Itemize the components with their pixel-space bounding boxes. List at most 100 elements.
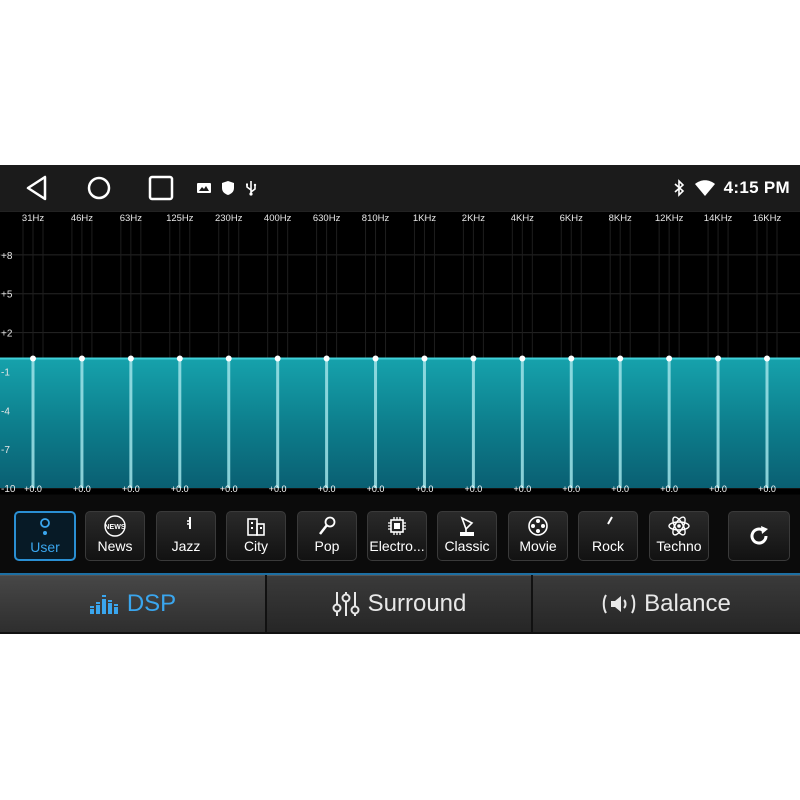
- frequency-label: 14KHz: [704, 213, 733, 224]
- tab-surround[interactable]: Surround: [267, 575, 531, 632]
- frequency-label: 8KHz: [609, 213, 632, 224]
- band-gain-label: +0.0: [367, 484, 385, 494]
- frequency-label: 2KHz: [462, 213, 485, 224]
- band-slider-handle[interactable]: [127, 355, 134, 362]
- band-slider-handle[interactable]: [372, 355, 379, 362]
- y-axis-label: -4: [1, 406, 10, 417]
- car-head-unit-screen: 4:15 PM +8 +5 +2 -1 -4 -7 -10 31Hz 46Hz 63Hz 125H…: [0, 165, 800, 634]
- band-slider-handle[interactable]: [421, 355, 428, 362]
- band-slider-handle[interactable]: [764, 355, 770, 362]
- frequency-label: 46Hz: [71, 213, 93, 224]
- y-axis-label: -7: [1, 445, 10, 456]
- news-icon: NEWS: [104, 515, 126, 537]
- band-gain-label: +0.0: [171, 484, 189, 494]
- equalizer-graph[interactable]: +8 +5 +2 -1 -4 -7 -10 31Hz 46Hz 63Hz 125Hz 230Hz 40…: [0, 211, 800, 494]
- preset-label: Classic: [444, 538, 490, 554]
- saxophone-icon: [175, 515, 197, 537]
- band-gain-label: +0.0: [122, 484, 140, 494]
- band-slider-handle[interactable]: [568, 355, 575, 362]
- preset-label: City: [243, 538, 269, 554]
- band-slider-handle[interactable]: [323, 355, 330, 362]
- frequency-label: 4KHz: [511, 213, 534, 224]
- preset-classic[interactable]: Classic: [437, 511, 497, 561]
- preset-label: News: [97, 538, 133, 554]
- band-slider-handle[interactable]: [715, 355, 722, 362]
- y-axis-label: +8: [1, 251, 13, 262]
- wifi-icon: [694, 180, 715, 196]
- preset-label: Movie: [519, 538, 557, 554]
- y-axis-label: -1: [1, 367, 10, 378]
- tab-balance[interactable]: Balance: [533, 575, 800, 632]
- home-icon[interactable]: [82, 173, 116, 203]
- band-slider-handle[interactable]: [176, 355, 183, 362]
- film-reel-icon: [527, 515, 549, 537]
- preset-electro[interactable]: Electro...: [367, 511, 427, 561]
- y-axis-label: +2: [1, 329, 13, 340]
- status-bar: 4:15 PM: [0, 165, 800, 211]
- bluetooth-icon: [674, 179, 684, 197]
- frequency-label: 230Hz: [215, 213, 243, 224]
- tab-bar-divider: [0, 573, 800, 575]
- gramophone-icon: [456, 515, 478, 537]
- band-gain-label: +0.0: [318, 484, 336, 494]
- band-gain-label: +0.0: [611, 484, 629, 494]
- y-axis-label: +5: [1, 290, 13, 301]
- atom-icon: [668, 515, 690, 537]
- band-gain-label: +0.0: [416, 484, 434, 494]
- band-gain-label: +0.0: [709, 484, 727, 494]
- band-slider-handle[interactable]: [78, 355, 85, 362]
- preset-pop[interactable]: Pop: [297, 511, 357, 561]
- chip-icon: [386, 515, 408, 537]
- image-icon: [197, 183, 211, 193]
- preset-city[interactable]: City: [226, 511, 286, 561]
- preset-rock[interactable]: Rock: [578, 511, 638, 561]
- building-icon: [245, 515, 267, 537]
- equalizer-fill: [0, 358, 800, 488]
- usb-icon: [246, 181, 257, 196]
- frequency-label: 630Hz: [313, 213, 341, 224]
- recents-icon[interactable]: [144, 173, 178, 203]
- tab-dsp-label: DSP: [126, 590, 177, 617]
- band-slider-handle[interactable]: [470, 355, 477, 362]
- band-gain-label: +0.0: [269, 484, 287, 494]
- preset-label: Rock: [592, 538, 624, 554]
- band-slider-handle[interactable]: [225, 355, 232, 362]
- preset-user[interactable]: User: [14, 511, 76, 561]
- tab-dsp[interactable]: DSP: [0, 575, 265, 632]
- sliders-icon: [332, 592, 360, 616]
- clock: 4:15 PM: [723, 178, 790, 197]
- frequency-label: 63Hz: [120, 213, 142, 224]
- frequency-label: 12KHz: [655, 213, 684, 224]
- frequency-label: 1KHz: [413, 213, 436, 224]
- back-icon[interactable]: [20, 173, 54, 203]
- band-gain-label: +0.0: [73, 484, 91, 494]
- guitar-icon: [597, 515, 619, 537]
- frequency-label: 125Hz: [166, 213, 194, 224]
- band-gain-label: +0.0: [660, 484, 678, 494]
- y-axis-label: -10: [1, 484, 16, 494]
- band-gain-label: +0.0: [758, 484, 776, 494]
- speaker-icon: [602, 594, 636, 614]
- band-slider-handle[interactable]: [519, 355, 526, 362]
- band-slider-handle[interactable]: [30, 355, 36, 362]
- band-slider-handle[interactable]: [617, 355, 624, 362]
- preset-techno[interactable]: Techno: [649, 511, 709, 561]
- frequency-label: 16KHz: [753, 213, 782, 224]
- band-gain-label: +0.0: [513, 484, 531, 494]
- user-icon: [34, 516, 56, 538]
- equalizer-svg[interactable]: +8 +5 +2 -1 -4 -7 -10 31Hz 46Hz 63Hz 125Hz 230Hz 40…: [0, 212, 800, 494]
- preset-jazz[interactable]: Jazz: [156, 511, 216, 561]
- tab-balance-label: Balance: [644, 590, 731, 617]
- refresh-icon: [750, 526, 768, 545]
- band-gain-label: +0.0: [465, 484, 483, 494]
- reset-button[interactable]: [728, 511, 790, 561]
- band-slider-handle[interactable]: [274, 355, 281, 362]
- preset-movie[interactable]: Movie: [508, 511, 568, 561]
- equalizer-bars-icon: [89, 595, 118, 614]
- preset-label: Pop: [314, 538, 340, 554]
- preset-label: Electro...: [369, 538, 425, 554]
- frequency-label: 810Hz: [362, 213, 390, 224]
- band-slider-handle[interactable]: [666, 355, 673, 362]
- preset-news[interactable]: NEWS News: [85, 511, 145, 561]
- frequency-label: 6KHz: [560, 213, 583, 224]
